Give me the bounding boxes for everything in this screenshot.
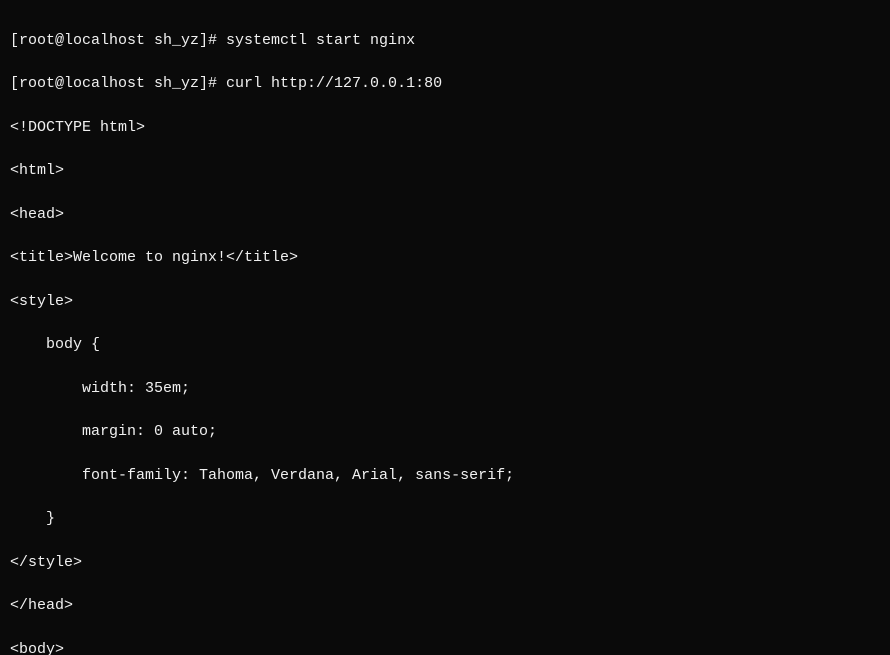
terminal-line-out5: <style> <box>10 291 880 313</box>
terminal-line-out13: <body> <box>10 639 880 655</box>
terminal-line-out6: body { <box>10 334 880 356</box>
terminal-line-out11: </style> <box>10 552 880 574</box>
terminal-line-out4: <title>Welcome to nginx!</title> <box>10 247 880 269</box>
terminal-line-out10: } <box>10 508 880 530</box>
terminal-line-cmd1: [root@localhost sh_yz]# systemctl start … <box>10 30 880 52</box>
terminal-line-out2: <html> <box>10 160 880 182</box>
terminal-line-out9: font-family: Tahoma, Verdana, Arial, san… <box>10 465 880 487</box>
terminal-line-out8: margin: 0 auto; <box>10 421 880 443</box>
terminal-line-out7: width: 35em; <box>10 378 880 400</box>
terminal-window[interactable]: [root@localhost sh_yz]# systemctl start … <box>0 0 890 655</box>
terminal-line-out1: <!DOCTYPE html> <box>10 117 880 139</box>
terminal-line-out3: <head> <box>10 204 880 226</box>
terminal-line-out12: </head> <box>10 595 880 617</box>
terminal-line-cmd2: [root@localhost sh_yz]# curl http://127.… <box>10 73 880 95</box>
